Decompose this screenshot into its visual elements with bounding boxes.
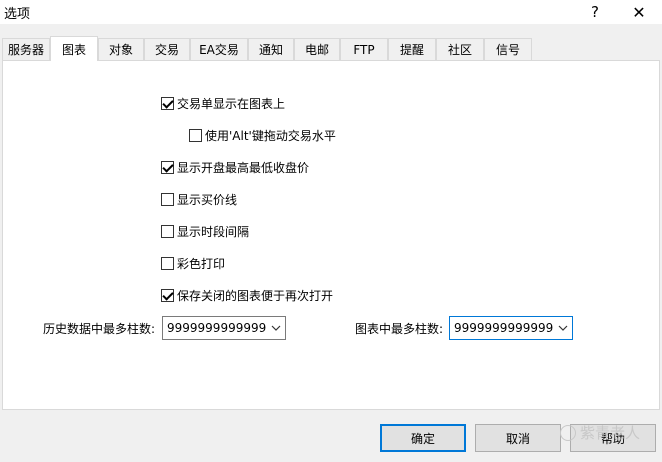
watermark-logo-icon (560, 424, 576, 441)
chevron-down-icon[interactable] (553, 317, 572, 339)
checkbox-alt-drag-levels[interactable] (189, 128, 202, 142)
checkbox-show-ask-line[interactable] (161, 192, 174, 206)
title-bar: 选项 ? ✕ (0, 0, 662, 24)
label-show-period-separators: 显示时段间隔 (177, 224, 250, 239)
label-save-deleted-charts: 保存关闭的图表便于再次打开 (177, 288, 334, 303)
help-icon[interactable]: ? (580, 0, 610, 24)
tab-events[interactable]: 提醒 (388, 38, 436, 60)
max-bars-chart-value[interactable]: 9999999999999 (454, 321, 553, 335)
ok-button[interactable]: 确定 (380, 424, 466, 452)
cancel-button[interactable]: 取消 (475, 424, 561, 452)
tab-signals[interactable]: 信号 (484, 38, 532, 60)
tab-server[interactable]: 服务器 (2, 38, 50, 60)
tab-community[interactable]: 社区 (436, 38, 484, 60)
tab-email[interactable]: 电邮 (294, 38, 340, 60)
label-alt-drag-levels: 使用'Alt'键拖动交易水平 (205, 128, 336, 143)
option-save-deleted-charts[interactable]: 保存关闭的图表便于再次打开 (161, 287, 333, 303)
label-show-trade-levels: 交易单显示在图表上 (177, 96, 286, 111)
close-icon[interactable]: ✕ (624, 0, 654, 24)
tab-ftp[interactable]: FTP (340, 38, 388, 60)
max-bars-history-label: 历史数据中最多柱数: (43, 322, 156, 336)
label-show-ohlc: 显示开盘最高最低收盘价 (177, 160, 310, 175)
window-title: 选项 (4, 7, 31, 22)
option-color-print[interactable]: 彩色打印 (161, 255, 225, 271)
label-show-ask-line: 显示买价线 (177, 192, 238, 207)
max-bars-history-value[interactable]: 9999999999999 (167, 321, 266, 335)
tab-trade[interactable]: 交易 (144, 38, 190, 60)
watermark: 紫青老人 (560, 422, 640, 443)
charts-settings-panel: 交易单显示在图表上 使用'Alt'键拖动交易水平 显示开盘最高最低收盘价 显示买… (2, 60, 660, 410)
tab-objects[interactable]: 对象 (98, 38, 144, 60)
checkbox-show-ohlc[interactable] (161, 160, 174, 174)
option-show-ohlc[interactable]: 显示开盘最高最低收盘价 (161, 159, 309, 175)
max-bars-history-combo[interactable]: 9999999999999 (162, 316, 286, 340)
option-alt-drag-levels[interactable]: 使用'Alt'键拖动交易水平 (189, 127, 336, 143)
chevron-down-icon[interactable] (266, 317, 285, 339)
label-color-print: 彩色打印 (177, 256, 226, 271)
tab-expert-advisors[interactable]: EA交易 (190, 38, 248, 60)
tab-notifications[interactable]: 通知 (248, 38, 294, 60)
option-show-period-separators[interactable]: 显示时段间隔 (161, 223, 249, 239)
checkbox-show-period-separators[interactable] (161, 224, 174, 238)
option-show-trade-levels[interactable]: 交易单显示在图表上 (161, 95, 285, 111)
checkbox-save-deleted-charts[interactable] (161, 288, 174, 302)
max-bars-chart-combo[interactable]: 9999999999999 (449, 316, 573, 340)
checkbox-show-trade-levels[interactable] (161, 96, 174, 110)
checkbox-color-print[interactable] (161, 256, 174, 270)
watermark-text: 紫青老人 (580, 424, 641, 442)
tab-charts[interactable]: 图表 (50, 36, 98, 61)
max-bars-chart-label: 图表中最多柱数: (355, 322, 444, 336)
tab-bar: 服务器 图表 对象 交易 EA交易 通知 电邮 FTP 提醒 社区 信号 (2, 36, 662, 61)
option-show-ask-line[interactable]: 显示买价线 (161, 191, 237, 207)
